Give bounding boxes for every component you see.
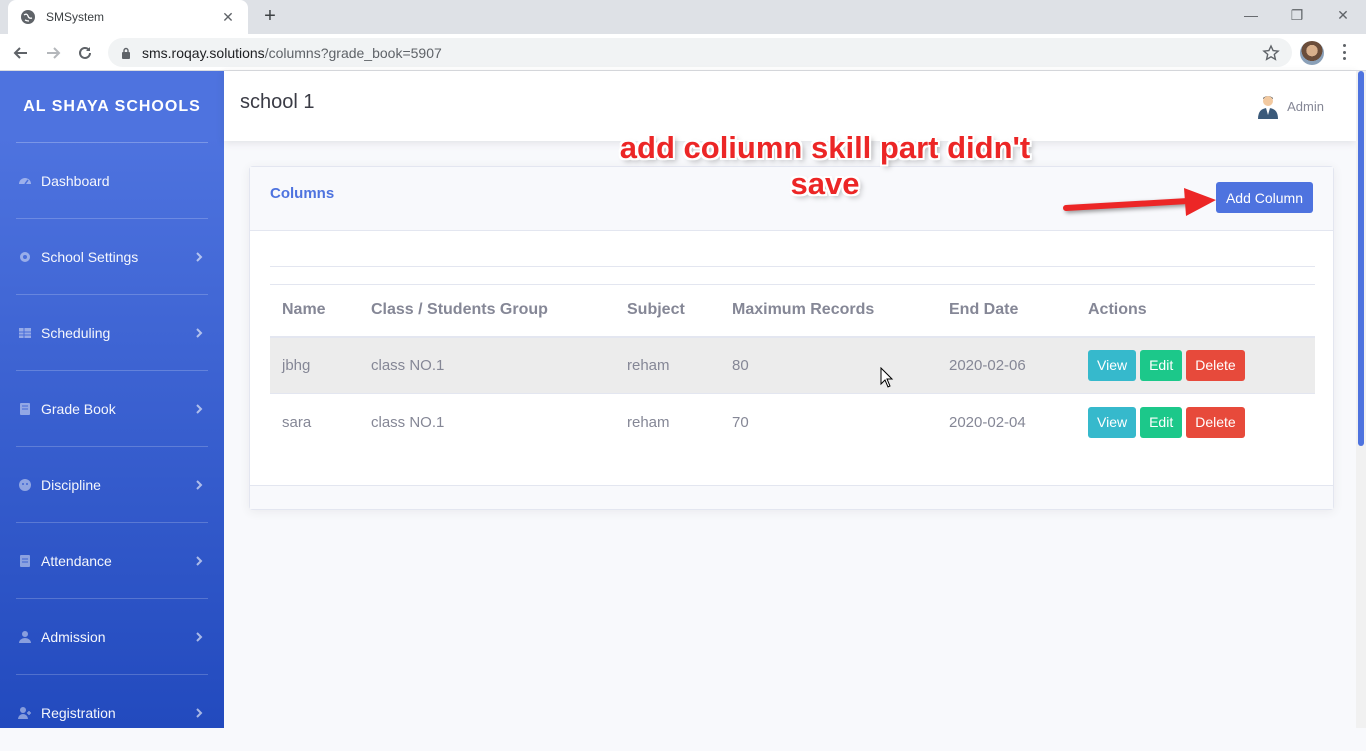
- bookmark-star-icon[interactable]: [1262, 43, 1280, 62]
- sidebar-item-discipline[interactable]: Discipline: [0, 447, 224, 523]
- columns-table-wrap: Name Class / Students Group Subject Maxi…: [270, 266, 1315, 451]
- columns-table: Name Class / Students Group Subject Maxi…: [270, 284, 1315, 451]
- header-name: Name: [270, 284, 359, 338]
- page-title: school 1: [240, 91, 315, 113]
- book-icon: [20, 403, 30, 415]
- sidebar-item-school-settings[interactable]: School Settings: [0, 219, 224, 295]
- clipboard-icon: [20, 555, 30, 567]
- forward-button[interactable]: [40, 40, 66, 66]
- scrollbar-thumb[interactable]: [1358, 71, 1364, 446]
- url-host: sms.roqay.solutions: [142, 44, 265, 61]
- chevron-right-icon: [196, 632, 203, 642]
- header-subject: Subject: [615, 284, 720, 338]
- sidebar-item-grade-book[interactable]: Grade Book: [0, 371, 224, 447]
- minimize-button[interactable]: —: [1228, 4, 1274, 26]
- browser-menu-icon[interactable]: [1338, 42, 1350, 62]
- table-row: jbhg class NO.1 reham 80 2020-02-06 View…: [270, 336, 1315, 394]
- sidebar-item-registration[interactable]: Registration: [0, 675, 224, 751]
- cell-max-records: 80: [720, 336, 937, 394]
- header-end-date: End Date: [937, 284, 1076, 338]
- sidebar-item-label: Grade Book: [41, 401, 116, 417]
- forward-arrow-icon: [47, 47, 61, 59]
- lock-icon: [122, 47, 130, 59]
- edit-button[interactable]: Edit: [1140, 349, 1183, 381]
- view-button[interactable]: View: [1088, 406, 1137, 438]
- url-text: sms.roqay.solutions/columns?grade_book=5…: [142, 45, 1262, 61]
- cell-subject: reham: [615, 336, 720, 394]
- avatar: [1258, 96, 1279, 119]
- sidebar-item-dashboard[interactable]: Dashboard: [0, 143, 224, 219]
- user-menu[interactable]: Admin: [1255, 93, 1324, 119]
- sidebar: AL SHAYA SCHOOLS Dashboard School Settin…: [0, 71, 224, 751]
- annotation-arrow-icon: [1063, 188, 1216, 216]
- reload-icon: [79, 46, 91, 59]
- cell-actions: View Edit Delete: [1076, 336, 1315, 394]
- sidebar-item-label: Admission: [41, 629, 106, 645]
- cell-end-date: 2020-02-04: [949, 413, 1026, 431]
- user-icon: [19, 631, 31, 643]
- divider: [270, 266, 1315, 267]
- sidebar-item-label: Registration: [41, 705, 116, 721]
- mouse-cursor-icon: [880, 367, 894, 388]
- new-tab-button[interactable]: +: [258, 6, 282, 28]
- delete-button[interactable]: Delete: [1186, 349, 1245, 381]
- card-title: Columns: [270, 185, 335, 202]
- restore-button[interactable]: ❐: [1274, 4, 1320, 26]
- cell-end-date: 2020-02-06: [937, 336, 1076, 394]
- sidebar-item-label: Scheduling: [41, 325, 111, 341]
- cell-class: class NO.1: [359, 336, 615, 394]
- annotation-text: add coliumn skill part didn't save: [619, 130, 1031, 201]
- browser-tab[interactable]: SMSystem ✕: [8, 0, 248, 34]
- cell-max-records: 70: [732, 413, 749, 431]
- sidebar-item-label: School Settings: [41, 249, 139, 265]
- chevron-right-icon: [196, 404, 203, 414]
- browser-toolbar: sms.roqay.solutions/columns?grade_book=5…: [0, 34, 1366, 71]
- table-header-row: Name Class / Students Group Subject Maxi…: [270, 284, 1315, 338]
- sidebar-item-attendance[interactable]: Attendance: [0, 523, 224, 599]
- reload-button[interactable]: [72, 40, 98, 66]
- profile-avatar[interactable]: [1300, 41, 1324, 65]
- sidebar-item-label: Attendance: [41, 553, 112, 569]
- cell-name: sara: [282, 413, 312, 431]
- cell-actions: View Edit Delete: [1076, 394, 1315, 451]
- back-arrow-icon: [13, 47, 27, 59]
- address-bar[interactable]: sms.roqay.solutions/columns?grade_book=5…: [108, 38, 1292, 67]
- dashboard-icon: [19, 178, 31, 185]
- chevron-right-icon: [196, 480, 203, 490]
- page-scrollbar[interactable]: [1356, 71, 1366, 728]
- chevron-right-icon: [196, 252, 203, 262]
- cell-name: jbhg: [270, 336, 359, 394]
- globe-icon: [21, 10, 35, 24]
- user-name: Admin: [1287, 98, 1324, 114]
- table-icon: [19, 328, 31, 338]
- header-max-records: Maximum Records: [720, 284, 937, 338]
- cell-subject: reham: [627, 413, 670, 431]
- face-icon: [19, 479, 31, 491]
- gear-icon: [20, 252, 30, 262]
- user-plus-icon: [18, 707, 31, 719]
- back-button[interactable]: [8, 40, 34, 66]
- delete-button[interactable]: Delete: [1186, 406, 1245, 438]
- tab-title: SMSystem: [46, 10, 105, 24]
- close-window-button[interactable]: ✕: [1320, 4, 1366, 26]
- url-path: /columns?grade_book=5907: [264, 44, 442, 61]
- cell-class: class NO.1: [371, 413, 445, 431]
- sidebar-item-label: Dashboard: [41, 173, 110, 189]
- card-footer: [250, 485, 1333, 509]
- table-row: sara class NO.1 reham 70 2020-02-04 View…: [270, 394, 1315, 451]
- header-class: Class / Students Group: [359, 284, 615, 338]
- edit-button[interactable]: Edit: [1140, 406, 1183, 438]
- chevron-right-icon: [196, 556, 203, 566]
- sidebar-item-admission[interactable]: Admission: [0, 599, 224, 675]
- browser-tab-bar: SMSystem ✕ + — ❐ ✕: [0, 0, 1366, 34]
- sidebar-item-label: Discipline: [41, 477, 101, 493]
- sidebar-item-scheduling[interactable]: Scheduling: [0, 295, 224, 371]
- view-button[interactable]: View: [1088, 349, 1137, 381]
- brand-title[interactable]: AL SHAYA SCHOOLS: [0, 71, 224, 142]
- add-column-button[interactable]: Add Column: [1215, 182, 1313, 213]
- chevron-right-icon: [196, 328, 203, 338]
- header-actions: Actions: [1076, 284, 1315, 338]
- chevron-right-icon: [196, 708, 203, 718]
- close-tab-icon[interactable]: ✕: [220, 9, 236, 26]
